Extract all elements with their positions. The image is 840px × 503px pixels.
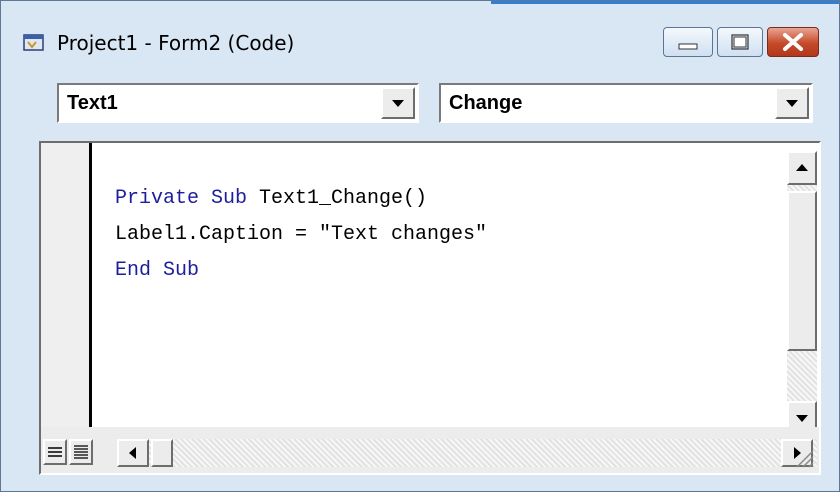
close-button[interactable] xyxy=(767,27,819,57)
maximize-icon xyxy=(731,34,749,50)
chevron-down-icon xyxy=(786,100,798,107)
code-line: Label1.Caption = "Text changes" xyxy=(115,223,488,246)
minimize-icon xyxy=(678,43,698,50)
full-module-view-button[interactable] xyxy=(69,439,93,465)
margin-indicator-bar[interactable] xyxy=(41,143,92,427)
vertical-scrollbar[interactable] xyxy=(787,151,817,435)
vb-form-icon[interactable] xyxy=(23,33,45,53)
code-editor[interactable]: Private Sub Text1_Change() Label1.Caption… xyxy=(39,141,821,475)
code-keyword: Private Sub xyxy=(115,187,248,210)
scroll-left-button[interactable] xyxy=(117,439,149,467)
code-line: End Sub xyxy=(115,253,487,289)
object-dropdown[interactable]: Text1 xyxy=(57,83,419,123)
horizontal-scroll-thumb[interactable] xyxy=(151,439,173,467)
full-module-view-icon xyxy=(74,445,88,459)
object-dropdown-button[interactable] xyxy=(381,87,415,119)
close-icon xyxy=(783,33,803,51)
procedure-dropdown[interactable]: Change xyxy=(439,83,813,123)
code-line: Private Sub Text1_Change() xyxy=(115,181,487,217)
scroll-up-button[interactable] xyxy=(787,151,817,185)
minimize-button[interactable] xyxy=(663,27,713,57)
window-title: Project1 - Form2 (Code) xyxy=(57,31,295,55)
horizontal-scrollbar[interactable] xyxy=(117,439,817,467)
editor-bottom-bar xyxy=(41,427,819,473)
code-window: Project1 - Form2 (Code) Text1 Change Pri… xyxy=(0,0,840,492)
resize-grip-icon[interactable] xyxy=(791,445,815,469)
code-keyword: End Sub xyxy=(115,259,200,282)
title-accent-strip xyxy=(491,1,839,4)
arrow-up-icon xyxy=(796,164,808,171)
procedure-dropdown-button[interactable] xyxy=(775,87,809,119)
procedure-view-button[interactable] xyxy=(43,439,67,465)
object-dropdown-value: Text1 xyxy=(67,92,118,114)
vertical-scroll-thumb[interactable] xyxy=(787,191,817,351)
procedure-dropdown-value: Change xyxy=(449,92,523,114)
chevron-down-icon xyxy=(392,100,404,107)
code-text[interactable]: Private Sub Text1_Change() Label1.Caption… xyxy=(115,181,487,289)
maximize-button[interactable] xyxy=(717,27,763,57)
code-text-segment: Text1_Change() xyxy=(247,187,428,210)
arrow-left-icon xyxy=(129,447,136,459)
procedure-view-icon xyxy=(48,447,62,457)
